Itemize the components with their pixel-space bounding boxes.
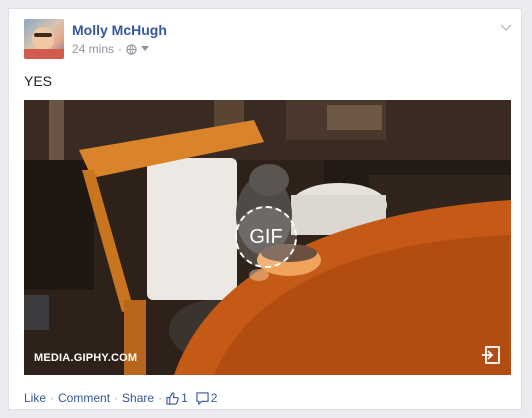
avatar-face — [32, 27, 54, 51]
post-meta: 24 mins · — [72, 42, 150, 56]
action-separator: · — [50, 391, 55, 405]
post-timestamp[interactable]: 24 mins — [72, 42, 114, 56]
like-count[interactable]: 1 — [181, 391, 188, 405]
action-separator: · — [158, 391, 163, 405]
comment-link[interactable]: Comment — [58, 391, 110, 405]
action-separator: · — [114, 391, 119, 405]
chevron-down-icon[interactable] — [500, 24, 512, 32]
gif-media[interactable]: GIF MEDIA.GIPHY.COM — [24, 100, 511, 375]
author-name[interactable]: Molly McHugh — [72, 22, 167, 38]
like-link[interactable]: Like — [24, 391, 46, 405]
avatar-shirt — [24, 49, 64, 59]
caret-down-icon[interactable] — [141, 46, 150, 52]
globe-icon[interactable] — [126, 43, 137, 55]
comment-count[interactable]: 2 — [211, 391, 218, 405]
post-card: Molly McHugh 24 mins · YES GIF MEDIA.GIP… — [8, 8, 522, 410]
thumbs-up-icon[interactable] — [166, 391, 179, 405]
post-text: YES — [24, 73, 53, 89]
open-external-icon[interactable] — [481, 345, 501, 365]
gif-badge-label: GIF — [249, 225, 283, 248]
gif-badge[interactable]: GIF — [235, 206, 297, 268]
media-source: MEDIA.GIPHY.COM — [34, 352, 138, 364]
meta-separator: · — [118, 42, 123, 56]
post-actions: Like · Comment · Share · 1 2 — [24, 391, 217, 405]
share-link[interactable]: Share — [122, 391, 154, 405]
avatar-glasses — [34, 33, 52, 37]
comment-bubble-icon[interactable] — [196, 391, 209, 405]
avatar[interactable] — [24, 19, 64, 59]
